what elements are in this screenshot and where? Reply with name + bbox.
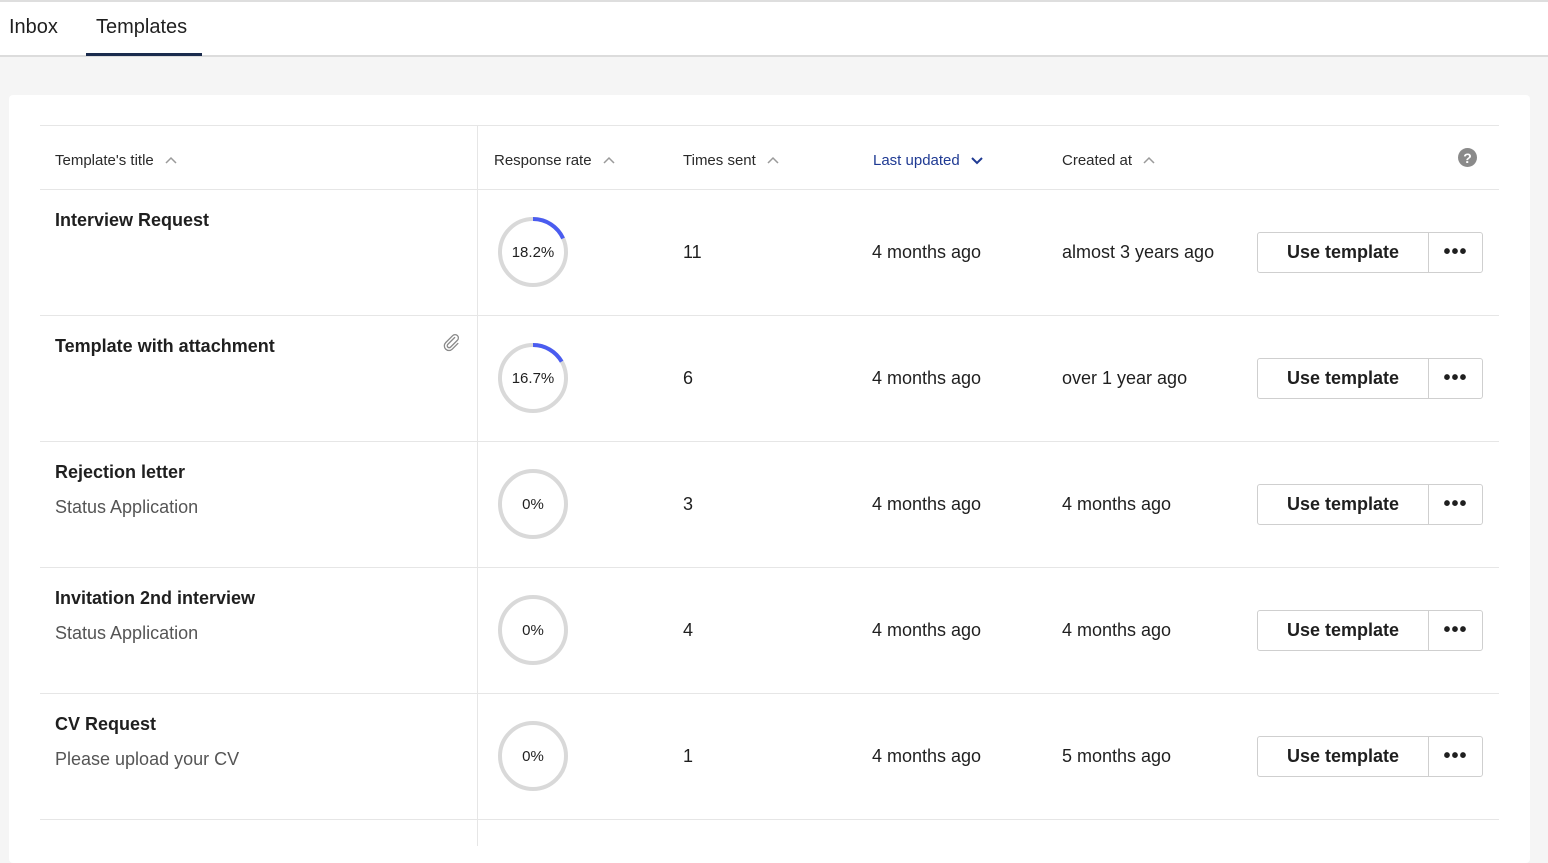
created-at: over 1 year ago bbox=[1062, 368, 1188, 388]
times-sent: 4 bbox=[683, 620, 694, 640]
sort-desc-icon bbox=[971, 156, 983, 164]
row-actions: Use template ••• bbox=[1257, 358, 1483, 399]
template-subtitle: Please upload your CV bbox=[55, 749, 240, 769]
header-created-at[interactable]: Created at bbox=[1062, 152, 1156, 169]
header-times-sent[interactable]: Times sent bbox=[683, 152, 780, 169]
tab-bar: Inbox Templates bbox=[0, 0, 1548, 57]
sort-asc-icon bbox=[1143, 156, 1155, 164]
template-title[interactable]: CV Request bbox=[55, 714, 156, 735]
header-created-label: Created at bbox=[1062, 152, 1133, 169]
table-row[interactable]: Interview Request 18.2% 11 4 months ago … bbox=[40, 190, 1499, 316]
help-icon[interactable]: ? bbox=[1458, 148, 1477, 167]
response-rate-value: 0% bbox=[522, 747, 544, 765]
use-template-button[interactable]: Use template bbox=[1258, 359, 1429, 398]
table-row[interactable]: Rejection letter Status Application 0% 3… bbox=[40, 442, 1499, 568]
templates-card: Template's title Response rate Times sen… bbox=[9, 95, 1530, 863]
header-response-rate[interactable]: Response rate bbox=[494, 152, 616, 169]
last-updated: 4 months ago bbox=[872, 746, 982, 766]
last-updated: 4 months ago bbox=[872, 494, 982, 514]
table-header: Template's title Response rate Times sen… bbox=[40, 126, 1499, 190]
template-subtitle: Status Application bbox=[55, 497, 199, 517]
times-sent: 6 bbox=[683, 368, 694, 388]
header-sent-label: Times sent bbox=[683, 152, 756, 169]
more-options-button[interactable]: ••• bbox=[1429, 485, 1482, 524]
times-sent: 11 bbox=[683, 242, 702, 262]
times-sent: 1 bbox=[683, 746, 694, 766]
more-options-button[interactable]: ••• bbox=[1429, 737, 1482, 776]
use-template-button[interactable]: Use template bbox=[1258, 737, 1429, 776]
row-actions: Use template ••• bbox=[1257, 736, 1483, 777]
active-tab-indicator bbox=[86, 53, 202, 56]
header-title-label: Template's title bbox=[55, 152, 154, 169]
row-actions: Use template ••• bbox=[1257, 232, 1483, 273]
template-title[interactable]: Template with attachment bbox=[55, 336, 275, 357]
header-updated-label: Last updated bbox=[873, 152, 960, 169]
response-rate-value: 0% bbox=[522, 495, 544, 513]
sort-asc-icon bbox=[165, 156, 177, 164]
use-template-button[interactable]: Use template bbox=[1258, 233, 1429, 272]
created-at: 4 months ago bbox=[1062, 620, 1172, 640]
row-actions: Use template ••• bbox=[1257, 610, 1483, 651]
header-title[interactable]: Template's title bbox=[55, 152, 178, 169]
created-at: almost 3 years ago bbox=[1062, 242, 1215, 262]
row-actions: Use template ••• bbox=[1257, 484, 1483, 525]
templates-table: Template's title Response rate Times sen… bbox=[40, 125, 1499, 846]
more-options-button[interactable]: ••• bbox=[1429, 233, 1482, 272]
paperclip-icon bbox=[443, 333, 460, 352]
times-sent: 3 bbox=[683, 494, 694, 514]
last-updated: 4 months ago bbox=[872, 368, 982, 388]
more-options-button[interactable]: ••• bbox=[1429, 611, 1482, 650]
header-rate-label: Response rate bbox=[494, 152, 592, 169]
template-title[interactable]: Rejection letter bbox=[55, 462, 185, 483]
tab-templates[interactable]: Templates bbox=[96, 16, 187, 39]
created-at: 5 months ago bbox=[1062, 746, 1172, 766]
tab-inbox[interactable]: Inbox bbox=[9, 16, 58, 39]
response-rate-value: 16.7% bbox=[511, 369, 555, 387]
last-updated: 4 months ago bbox=[872, 242, 982, 262]
use-template-button[interactable]: Use template bbox=[1258, 485, 1429, 524]
created-at: 4 months ago bbox=[1062, 494, 1172, 514]
sort-asc-icon bbox=[767, 156, 779, 164]
response-rate-value: 18.2% bbox=[511, 243, 555, 261]
response-rate-value: 0% bbox=[522, 621, 544, 639]
last-updated: 4 months ago bbox=[872, 620, 982, 640]
table-row[interactable]: CV Request Please upload your CV 0% 1 4 … bbox=[40, 694, 1499, 820]
use-template-button[interactable]: Use template bbox=[1258, 611, 1429, 650]
more-options-button[interactable]: ••• bbox=[1429, 359, 1482, 398]
template-title[interactable]: Interview Request bbox=[55, 210, 209, 231]
template-title[interactable]: Invitation 2nd interview bbox=[55, 588, 255, 609]
header-last-updated[interactable]: Last updated bbox=[873, 152, 984, 169]
table-row[interactable]: Template with attachment 16.7% 6 4 month… bbox=[40, 316, 1499, 442]
sort-asc-icon bbox=[603, 156, 615, 164]
table-row[interactable]: Invitation 2nd interview Status Applicat… bbox=[40, 568, 1499, 694]
template-subtitle: Status Application bbox=[55, 623, 199, 643]
